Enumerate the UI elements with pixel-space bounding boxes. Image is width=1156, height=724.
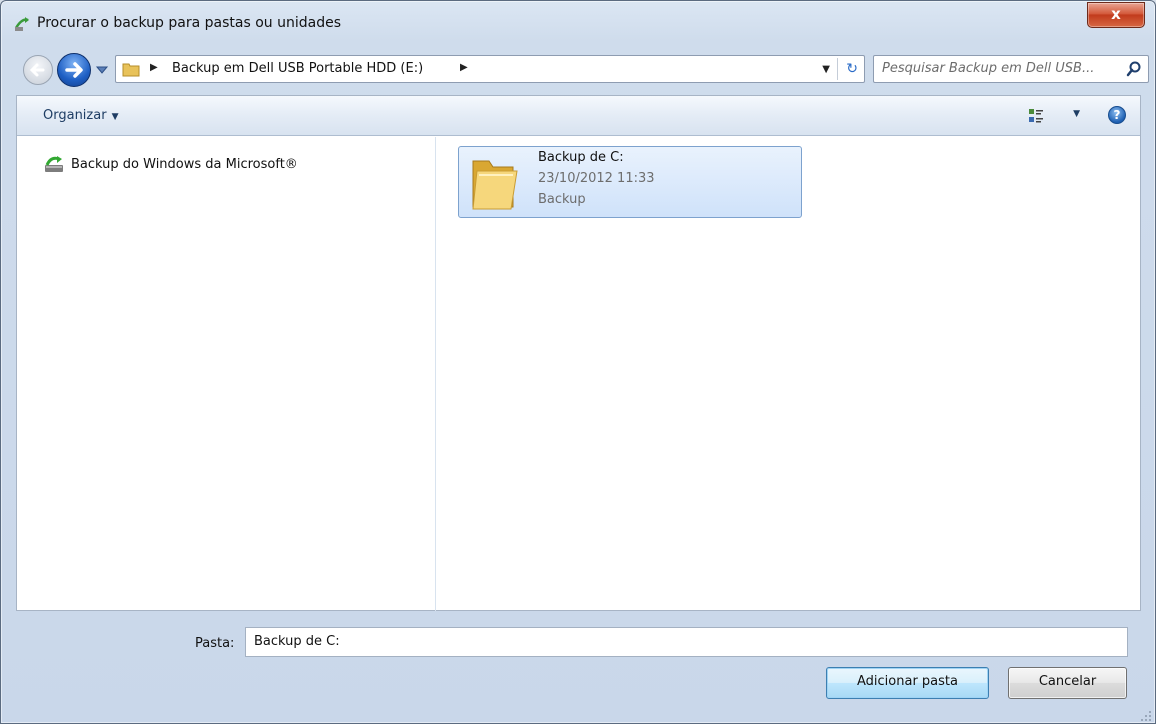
add-folder-button[interactable]: Adicionar pasta: [826, 667, 989, 699]
chevron-down-icon: ▼: [111, 112, 119, 122]
search-input[interactable]: Pesquisar Backup em Dell USB...: [882, 61, 1094, 76]
search-icon[interactable]: [1126, 61, 1142, 77]
organize-label: Organizar: [43, 108, 107, 123]
nav-item-windows-backup[interactable]: Backup do Windows da Microsoft®: [43, 154, 298, 174]
list-item[interactable]: Backup de C: 23/10/2012 11:33 Backup: [458, 146, 802, 218]
recent-pages-dropdown-icon[interactable]: [95, 63, 109, 77]
breadcrumb-current[interactable]: Backup em Dell USB Portable HDD (E:): [172, 61, 423, 76]
nav-item-label: Backup do Windows da Microsoft®: [71, 156, 298, 172]
view-options-dropdown[interactable]: ▼: [1073, 109, 1080, 119]
refresh-icon[interactable]: ↻: [846, 61, 858, 77]
organize-menu[interactable]: Organizar ▼: [43, 108, 118, 123]
breadcrumb-separator[interactable]: ▶: [150, 62, 158, 73]
forward-button[interactable]: [57, 53, 91, 87]
folder-label: Pasta:: [195, 636, 235, 651]
change-view-icon[interactable]: [1028, 108, 1044, 124]
file-list: Backup de C: 23/10/2012 11:33 Backup: [437, 137, 1140, 611]
search-box[interactable]: Pesquisar Backup em Dell USB...: [873, 55, 1149, 83]
folder-icon: [472, 160, 518, 210]
back-button[interactable]: [23, 55, 53, 85]
window-title: Procurar o backup para pastas ou unidade…: [37, 15, 341, 31]
address-divider: [837, 58, 838, 80]
arrow-right-icon: [65, 62, 83, 78]
navigation-pane: Backup do Windows da Microsoft®: [17, 137, 436, 611]
address-bar[interactable]: ▶ Backup em Dell USB Portable HDD (E:) ▶…: [115, 55, 865, 83]
file-date: 23/10/2012 11:33: [538, 171, 655, 186]
navigation-bar: ▶ Backup em Dell USB Portable HDD (E:) ▶…: [1, 45, 1155, 93]
arrow-left-icon: [29, 63, 45, 77]
content-area: Organizar ▼ ▼ ? Backup do Windows da Mic…: [16, 95, 1141, 611]
dialog-window: Procurar o backup para pastas ou unidade…: [0, 0, 1156, 724]
folder-field[interactable]: Backup de C:: [245, 627, 1128, 657]
resize-grip-icon[interactable]: [1140, 710, 1152, 722]
backup-app-icon: [14, 17, 29, 31]
file-type: Backup: [538, 192, 586, 207]
footer-area: Pasta: Backup de C: Adicionar pasta Canc…: [1, 611, 1155, 724]
folder-icon: [122, 63, 140, 77]
close-button[interactable]: x: [1087, 2, 1145, 28]
backup-icon: [45, 156, 63, 172]
cancel-button[interactable]: Cancelar: [1008, 667, 1127, 699]
command-bar: Organizar ▼ ▼ ?: [17, 96, 1140, 136]
file-name: Backup de C:: [538, 150, 624, 165]
breadcrumb-separator-end[interactable]: ▶: [460, 62, 468, 73]
address-history-dropdown[interactable]: ▼: [822, 64, 830, 75]
help-icon[interactable]: ?: [1108, 106, 1126, 124]
title-bar: Procurar o backup para pastas ou unidade…: [1, 1, 1155, 45]
